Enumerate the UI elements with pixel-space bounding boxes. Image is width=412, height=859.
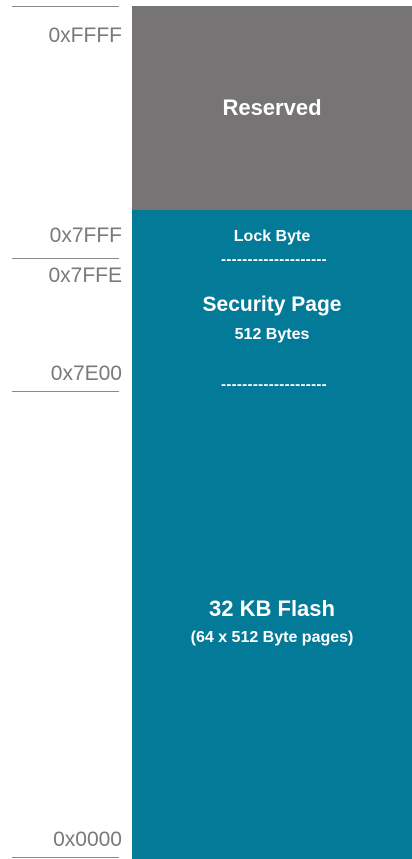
bottom-rule (12, 857, 119, 858)
top-rule (12, 6, 119, 7)
reserved-label: Reserved (222, 95, 322, 120)
address-0xffff: 0xFFFF (48, 24, 123, 47)
address-0x7ffe: 0x7FFE (48, 264, 122, 287)
address-0x7e00: 0x7E00 (50, 362, 122, 385)
address-0x7fff: 0x7FFF (49, 224, 122, 247)
flash-pages-label: (64 x 512 Byte pages) (190, 629, 354, 646)
lock-byte-label: Lock Byte (233, 228, 311, 245)
address-0x0000: 0x0000 (53, 828, 122, 851)
security-page-size: 512 Bytes (234, 326, 310, 343)
security-page-rule (12, 391, 119, 392)
lock-byte-rule (12, 258, 119, 259)
security-page-separator: -------------------- (221, 380, 327, 390)
lock-byte-separator: -------------------- (221, 255, 327, 265)
flash-label: 32 KB Flash (209, 596, 335, 621)
security-page-label: Security Page (202, 293, 342, 316)
